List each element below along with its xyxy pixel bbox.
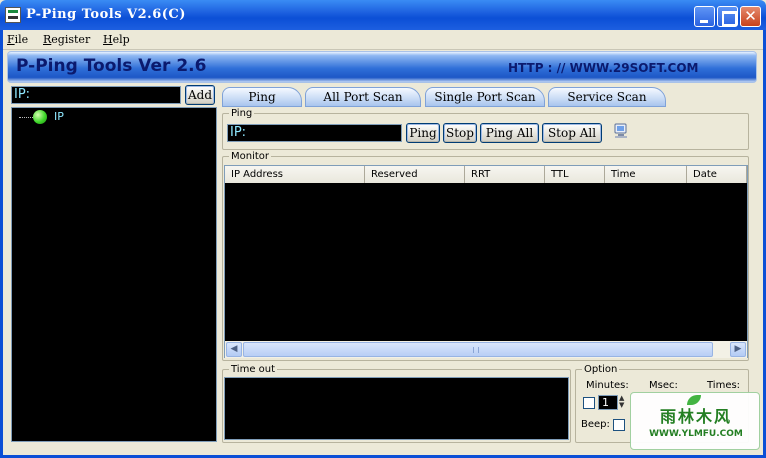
monitor-table[interactable]: IP Address Reserved RRT TTL Time Date ◀ … (224, 165, 748, 358)
tab-service-scan[interactable]: Service Scan (548, 87, 666, 107)
menu-register-rest: egister (51, 33, 91, 46)
close-icon[interactable]: ✕ (740, 6, 761, 27)
maximize-icon[interactable] (717, 6, 738, 27)
menu-file-accel: F (7, 33, 15, 46)
minutes-label: Minutes: (586, 380, 629, 391)
column-ip-address[interactable]: IP Address (225, 166, 365, 183)
stop-all-button[interactable]: Stop All (542, 123, 602, 143)
column-rrt[interactable]: RRT (465, 166, 545, 183)
column-date[interactable]: Date (687, 166, 747, 183)
app-banner: P-Ping Tools Ver 2.6 HTTP : // WWW.29SOF… (7, 51, 757, 83)
beep-label: Beep: (581, 419, 610, 430)
host-tree[interactable]: IP (11, 107, 217, 442)
beep-checkbox[interactable] (613, 419, 625, 431)
ping-button[interactable]: Ping (406, 123, 440, 143)
add-host-button[interactable]: Add (185, 85, 215, 105)
minimize-icon[interactable] (694, 6, 715, 27)
scroll-thumb[interactable] (243, 342, 713, 357)
tab-ping[interactable]: Ping (222, 87, 302, 107)
msec-label: Msec: (649, 380, 678, 391)
menu-file-rest: ile (14, 33, 29, 46)
timeout-log[interactable] (224, 377, 569, 440)
stop-button[interactable]: Stop (443, 123, 477, 143)
monitor-group-label: Monitor (231, 151, 270, 162)
ping-all-button[interactable]: Ping All (480, 123, 539, 143)
watermark-text: 雨林木风 (659, 407, 732, 426)
menu-help-accel: H (103, 33, 113, 46)
ping-group-label: Ping (231, 108, 253, 119)
menu-bar: File Register Help (3, 30, 763, 50)
ping-ip-input[interactable]: IP: (227, 124, 402, 142)
banner-app-name: P-Ping Tools Ver 2.6 (16, 56, 207, 76)
watermark-url: WWW.YLMFU.COM (649, 429, 743, 439)
horizontal-scrollbar[interactable]: ◀ ▶ (225, 341, 747, 358)
scroll-right-icon[interactable]: ▶ (730, 342, 746, 357)
menu-help-rest: elp (112, 33, 130, 46)
title-bar: P-Ping Tools V2.6(C) ✕ (0, 0, 766, 30)
times-label: Times: (707, 380, 741, 391)
host-ip-input[interactable]: IP: (11, 86, 181, 104)
app-icon (5, 7, 21, 23)
host-list-panel: IP: Add IP (9, 84, 217, 442)
banner-website: HTTP : // WWW.29SOFT.COM (508, 61, 699, 75)
menu-file[interactable]: File (7, 33, 28, 46)
menu-register[interactable]: Register (43, 33, 90, 46)
timeout-group-label: Time out (231, 364, 276, 375)
close-glyph: ✕ (744, 7, 757, 25)
minutes-stepper-icon[interactable]: ▲ ▼ (619, 395, 629, 410)
tab-single-port-scan[interactable]: Single Port Scan (425, 87, 545, 107)
host-status-icon (33, 110, 47, 124)
column-reserved[interactable]: Reserved (365, 166, 465, 183)
scroll-left-icon[interactable]: ◀ (226, 342, 242, 357)
column-time[interactable]: Time (605, 166, 687, 183)
tab-all-port-scan[interactable]: All Port Scan (305, 87, 421, 107)
window-title: P-Ping Tools V2.6(C) (26, 7, 186, 22)
minutes-checkbox[interactable] (583, 397, 595, 409)
column-ttl[interactable]: TTL (545, 166, 605, 183)
network-computer-icon[interactable] (612, 122, 630, 140)
menu-help[interactable]: Help (103, 33, 130, 46)
monitor-table-header: IP Address Reserved RRT TTL Time Date (225, 166, 747, 183)
option-group-label: Option (584, 364, 618, 375)
site-watermark: 雨林木风 WWW.YLMFU.COM (630, 392, 760, 450)
tree-node-label[interactable]: IP (54, 110, 64, 123)
minutes-value-input[interactable]: 1 (598, 395, 618, 410)
scroll-grip-icon (473, 347, 479, 353)
